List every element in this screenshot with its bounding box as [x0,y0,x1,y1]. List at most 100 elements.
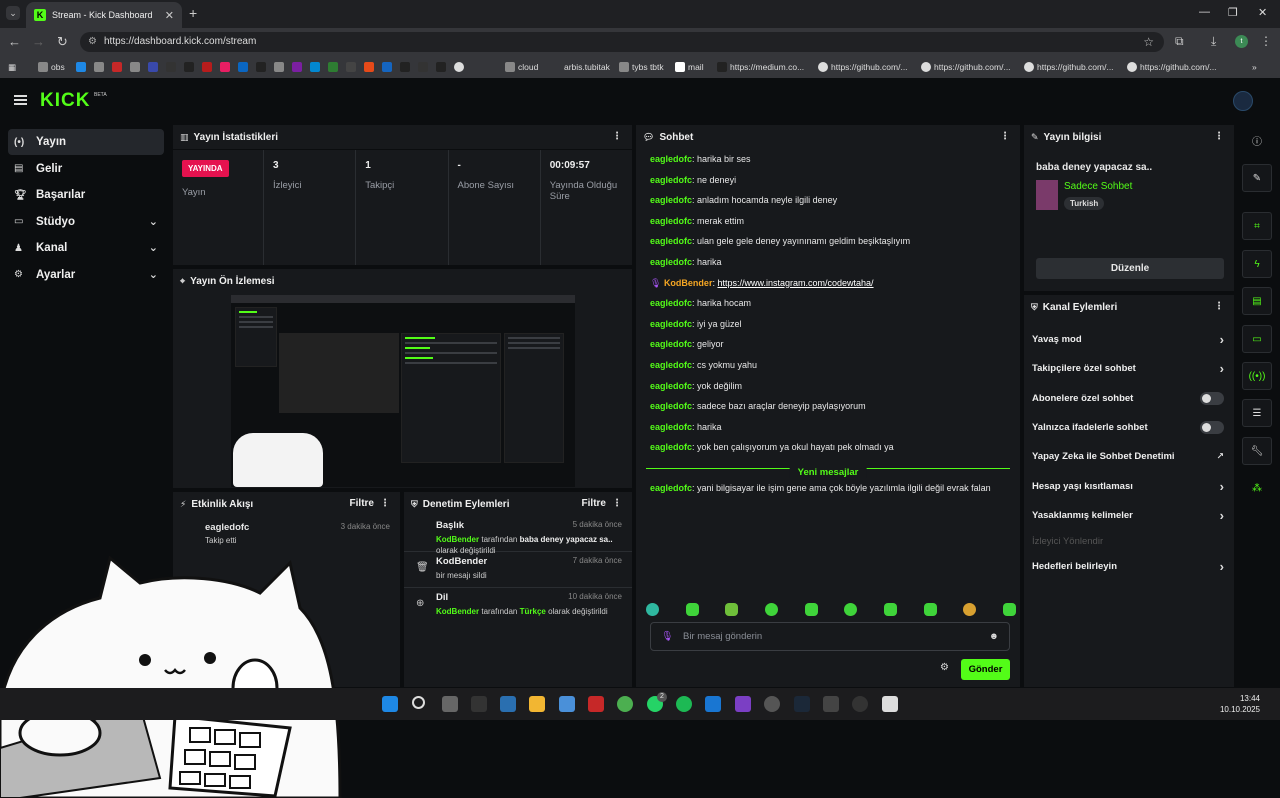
chat-username[interactable]: KodBender [664,278,713,288]
edit-button[interactable]: Düzenle [1036,258,1224,279]
chat-username[interactable]: eagledofc [650,381,692,391]
action-ai-moderation[interactable]: Yapay Zeka ile Sohbet Denetimi ↗ [1024,442,1234,471]
action-followers-only[interactable]: Takipçilere özel sohbet › [1024,354,1234,383]
sidebar-item-gelir[interactable]: ▤ Gelir [8,156,164,182]
filter-button[interactable]: Filtre [582,498,606,509]
bookmark-cloud[interactable]: cloud [505,62,538,72]
forward-icon[interactable]: → [32,34,45,49]
site-info-icon[interactable]: ⚙ [88,32,97,52]
more-options-icon[interactable]: ⋮ [1214,131,1224,142]
filter-button[interactable]: Filtre [350,498,374,509]
subscribers-only-toggle[interactable] [1200,391,1224,405]
bookmark-obs[interactable]: obs [38,62,65,72]
sidebar-item-kanal[interactable]: ♟ Kanal ⌄ [8,235,164,261]
bookmark-medium[interactable]: https://medium.co... [717,62,804,72]
bookmark-icons[interactable] [76,62,464,72]
bookmark-github-2[interactable]: https://github.com/... [921,62,1011,72]
chat-username[interactable]: eagledofc [650,257,692,267]
sidebar-item-yayin[interactable]: (•) Yayın [8,129,164,155]
microphone-icon[interactable]: 🎙︎ [661,623,673,651]
bookmark-github-3[interactable]: https://github.com/... [1024,62,1114,72]
chat-username[interactable]: eagledofc [650,236,692,246]
spotify-icon[interactable] [676,696,692,712]
action-slow-mode[interactable]: Yavaş mod › [1024,325,1234,354]
chat-input[interactable]: 🎙︎ Bir mesaj gönderin ☻ [650,622,1010,651]
moderator-name[interactable]: KodBender [436,607,479,616]
emote-icon[interactable] [963,603,977,616]
document-icon[interactable]: ▤ [1242,287,1272,315]
address-bar[interactable]: ⚙ https://dashboard.kick.com/stream ☆ [80,32,1164,52]
bookmark-github-4[interactable]: https://github.com/... [1127,62,1217,72]
kick-logo[interactable]: KICK [40,90,90,112]
app-icon[interactable] [852,696,868,712]
emote-icon[interactable] [1002,603,1016,616]
apps-icon[interactable]: ▦ [8,62,16,73]
extensions-icon[interactable]: ⧉ [1175,34,1184,49]
tab-list-button[interactable]: ⌄ [6,6,20,20]
windows-start-icon[interactable] [382,696,398,712]
folder-icon[interactable] [529,696,545,712]
emote-icon[interactable] [804,603,818,616]
action-banned-words[interactable]: Yasaklanmış kelimeler › [1024,501,1234,530]
browser-tab[interactable]: K Stream - Kick Dashboard ✕ [26,2,182,28]
close-window-icon[interactable]: ✕ [1258,6,1267,19]
more-options-icon[interactable]: ⋮ [1214,301,1224,312]
more-options-icon[interactable]: ⋮ [612,498,622,509]
chat-username[interactable]: eagledofc [650,154,692,164]
maximize-icon[interactable]: ❐ [1228,6,1238,19]
category-thumbnail[interactable] [1036,180,1058,210]
store-icon[interactable] [559,696,575,712]
bookmark-tybs[interactable]: tybs tbtk [619,62,664,72]
action-subscribers-only[interactable]: Abonelere özel sohbet [1024,384,1234,413]
action-account-age[interactable]: Hesap yaşı kısıtlaması › [1024,471,1234,500]
stream-preview-video[interactable] [231,295,575,487]
chrome-icon[interactable] [617,696,633,712]
chat-username[interactable]: eagledofc [650,401,692,411]
info-icon[interactable]: ⓘ [1242,126,1272,154]
screenshot-icon[interactable]: ⌗ [1242,212,1272,240]
sidebar-item-basarilar[interactable]: 🏆︎ Başarılar [8,182,164,208]
vscode-icon[interactable] [705,696,721,712]
chat-username[interactable]: eagledofc [650,360,692,370]
chat-link[interactable]: https://www.instagram.com/codewtaha/ [717,278,873,288]
notepad-icon[interactable] [882,696,898,712]
chat-username[interactable]: eagledofc [650,216,692,226]
photos-icon[interactable] [500,696,516,712]
send-button[interactable]: Gönder [961,659,1010,680]
emoji-picker-icon[interactable]: ☻ [989,623,999,651]
bookmark-star-icon[interactable]: ☆ [1143,32,1154,52]
minimize-icon[interactable]: — [1199,6,1210,18]
lightning-icon[interactable]: ϟ [1242,250,1272,278]
bookmark-mail[interactable]: mail [675,62,704,72]
visual-studio-icon[interactable] [735,696,751,712]
emote-icon[interactable] [883,603,897,616]
edit-icon[interactable]: ✎ [1242,164,1272,192]
menu-dots-icon[interactable]: ⋮ [1260,34,1272,48]
taskbar-clock[interactable]: 13:44 10.10.2025 [1220,693,1260,715]
search-icon[interactable] [412,696,425,709]
new-messages-divider[interactable]: Yeni mesajlar [646,458,1010,478]
task-view-icon[interactable] [442,696,458,712]
bookmark-github-1[interactable]: https://github.com/... [818,62,908,72]
chat-username[interactable]: eagledofc [650,442,692,452]
sidebar-item-ayarlar[interactable]: ⚙ Ayarlar ⌄ [8,262,164,288]
chat-username[interactable]: eagledofc [650,483,692,493]
hamburger-menu-icon[interactable] [14,95,27,105]
action-emote-only[interactable]: Yalnızca ifadelerle sohbet [1024,413,1234,442]
reload-icon[interactable]: ↻ [57,34,68,50]
category-link[interactable]: Sadece Sohbet [1064,181,1132,192]
more-options-icon[interactable]: ⋮ [612,131,622,142]
emote-icon[interactable] [764,603,778,616]
chat-username[interactable]: eagledofc [650,422,692,432]
chat-username[interactable]: eagledofc [650,298,692,308]
sidebar-item-studyo[interactable]: ▭ Stüdyo ⌄ [8,209,164,235]
activity-user[interactable]: eagledofc [205,522,249,533]
chat-icon[interactable]: ▭ [1242,325,1272,353]
terminal-icon[interactable] [471,696,487,712]
emote-icon[interactable] [923,603,937,616]
layout-icon[interactable]: ☰ [1242,399,1272,427]
netflix-icon[interactable] [588,696,604,712]
user-avatar[interactable] [1233,91,1253,111]
action-set-goals[interactable]: Hedefleri belirleyin › [1024,552,1234,581]
download-icon[interactable]: ⤓ [1211,34,1216,49]
